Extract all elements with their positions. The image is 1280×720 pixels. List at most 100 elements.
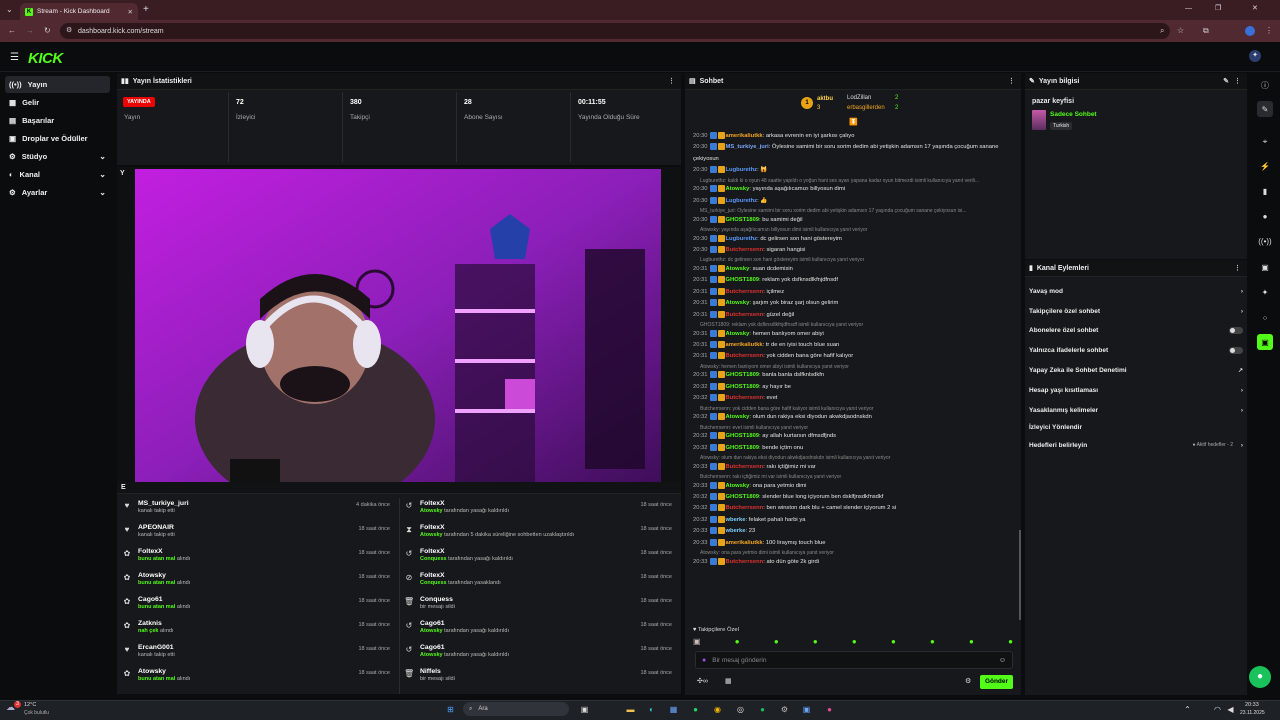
sidebar-item-basarilar[interactable]: ▤ Başarılar: [5, 112, 110, 129]
chat-message[interactable]: 20:33 wberke: 23: [693, 527, 1015, 535]
chat-message[interactable]: 20:31 GHOST1809: banla banla dslfknlsdkfn: [693, 371, 1015, 379]
chat-username[interactable]: Atowsky: [726, 483, 750, 489]
chat-username[interactable]: Atowsky: [726, 186, 750, 192]
chat-username[interactable]: Butcherrsenn: [726, 289, 764, 295]
chat-message[interactable]: 20:30 GHOST1809: bu samimi değil: [693, 215, 1015, 224]
channel-action-item[interactable]: Hedefleri belirleyin ● Aktif hedefler - 2…: [1029, 436, 1247, 455]
spotify-icon[interactable]: ●: [757, 704, 768, 715]
channel-action-item[interactable]: Abonelere özel sohbet: [1029, 321, 1247, 340]
chat-username[interactable]: Butcherrsenn: [726, 395, 764, 401]
activity-item[interactable]: ⧗ FoltexX Atowsky tarafından 5 dakika süre…: [404, 524, 678, 548]
chat-username[interactable]: wberke: [726, 528, 746, 534]
toggle-switch[interactable]: [1229, 327, 1243, 334]
activity-item[interactable]: ✿ Atowsky bunu atan mal alındı 18 saat önce: [122, 668, 396, 692]
zoom-icon[interactable]: ⌕: [1160, 26, 1164, 36]
chat-username[interactable]: GHOST1809: [726, 277, 760, 283]
channel-action-item[interactable]: Yalnızca ifadelerle sohbet: [1029, 341, 1247, 360]
chat-username[interactable]: Atowsky: [726, 300, 750, 306]
browser-tab[interactable]: K Stream - Kick Dashboard ✕: [20, 3, 138, 20]
emote-icon[interactable]: ●: [930, 637, 935, 647]
activity-username[interactable]: Cago61: [420, 620, 509, 627]
sidebar-item-kanal[interactable]: ◐ Kanal ⌄: [5, 166, 110, 183]
chat-users-icon[interactable]: ✣∞: [697, 677, 708, 685]
category-name[interactable]: Sadece Sohbet: [1050, 111, 1097, 118]
task-view-icon[interactable]: ▣: [579, 704, 590, 715]
broadcast-rail-icon[interactable]: ((•)): [1257, 233, 1273, 249]
chat-message[interactable]: 20:31 Butcherrsenn: güzel değil: [693, 310, 1015, 319]
chat-message[interactable]: 20:30 Lugburethz: dc gelirsen son hani gö…: [693, 234, 1015, 243]
forward-icon[interactable]: →: [26, 26, 34, 35]
volume-icon[interactable]: ◀: [1225, 704, 1236, 715]
activity-item[interactable]: ↺ Cago61 Atowsky tarafından yasağı kaldırı…: [404, 620, 678, 644]
chat-username[interactable]: GHOST1809: [726, 384, 760, 390]
chat-message[interactable]: 20:32 GHOST1809: bende içtim onu: [693, 443, 1015, 452]
profile-avatar-icon[interactable]: [1245, 26, 1255, 36]
chat-icon[interactable]: ●: [1257, 208, 1273, 224]
chat-message[interactable]: 20:32 GHOST1809: ay allah kurtarsın dfmsd…: [693, 432, 1015, 440]
activity-item[interactable]: ✿ FoltexX bunu atan mal alındı 18 saat önce: [122, 548, 396, 572]
activity-item[interactable]: ♥ MS_turkiye_juri kanalı takip etti 4 dakik…: [122, 500, 396, 524]
reload-icon[interactable]: ↻: [44, 26, 51, 35]
activity-item[interactable]: ↺ FoltexX Conquess tarafından yasağı kaldı…: [404, 548, 678, 572]
tray-chevron-icon[interactable]: ⌃: [1182, 704, 1193, 715]
more-options-icon[interactable]: ⋮: [1234, 264, 1241, 272]
chat-username[interactable]: amerikaliutkk: [726, 133, 763, 139]
sidebar-item-studyo[interactable]: ⚙ Stüdyo ⌄: [5, 148, 110, 165]
tab-list-chevron-icon[interactable]: ⌄: [6, 5, 13, 14]
chat-username[interactable]: GHOST1809: [726, 433, 760, 439]
tab-close-icon[interactable]: ✕: [128, 8, 133, 16]
activity-item[interactable]: ♥ ErcanG001 kanalı takip etti 18 saat önce: [122, 644, 396, 668]
chat-message[interactable]: 20:31 Atowsky: şarjım yok biraz şarj olsu…: [693, 299, 1015, 307]
hamburger-menu-icon[interactable]: ☰: [10, 52, 19, 63]
chat-message[interactable]: 20:31 GHOST1809: reklam yok dsfknsdlkfnjd…: [693, 276, 1015, 284]
window-close-icon[interactable]: ✕: [1252, 4, 1258, 12]
activity-item[interactable]: ♥ APEONAIR kanalı takip etti 18 saat önce: [122, 524, 396, 548]
wrench-rail-icon[interactable]: ✦: [1257, 284, 1273, 300]
channel-action-item[interactable]: İzleyici Yönlendir: [1029, 418, 1247, 437]
back-icon[interactable]: ←: [8, 26, 16, 35]
activity-username[interactable]: FoltexX: [420, 524, 574, 531]
activity-username[interactable]: Conquess: [420, 596, 455, 603]
edit-icon[interactable]: ✎: [1223, 77, 1229, 85]
emote-icon[interactable]: ▣: [693, 637, 701, 647]
activity-username[interactable]: FoltexX: [138, 548, 190, 555]
kick-logo[interactable]: KICK: [28, 50, 63, 67]
more-options-icon[interactable]: ⋮: [668, 77, 675, 85]
chat-message[interactable]: 20:30 Lugburethz: 🙀: [693, 166, 1015, 174]
emote-icon[interactable]: ●: [1008, 637, 1013, 647]
emote-icon[interactable]: ●: [774, 637, 779, 647]
chat-username[interactable]: amerikaliutkk: [726, 540, 763, 546]
taskbar-search[interactable]: ⌕ Ara: [463, 702, 569, 716]
support-chat-icon[interactable]: ●: [1249, 666, 1271, 688]
user-avatar[interactable]: ✦: [1249, 50, 1261, 62]
activity-username[interactable]: ErcanG001: [138, 644, 175, 651]
bookmark-star-icon[interactable]: ☆: [1177, 26, 1184, 35]
chat-store-icon[interactable]: ▦: [725, 677, 732, 685]
chat-message[interactable]: çekiyosun: [693, 155, 1015, 163]
sidebar-item-gelir[interactable]: ▦ Gelir: [5, 94, 110, 111]
windows-start-icon[interactable]: ⊞: [445, 704, 456, 715]
toggle-switch[interactable]: [1229, 347, 1243, 354]
activity-username[interactable]: FoltexX: [420, 548, 513, 555]
chat-message[interactable]: 20:33 Butcherrsenn: rakı içtiğimiz mi var: [693, 462, 1015, 471]
chat-settings-icon[interactable]: ⚙: [965, 677, 971, 685]
chat-message[interactable]: 20:33 Butcherrsenn: ato dün göte 2k girdi: [693, 557, 1015, 566]
activity-username[interactable]: Niffels: [420, 668, 455, 675]
site-info-icon[interactable]: ⚙: [66, 26, 72, 34]
stream-preview-video[interactable]: [135, 169, 661, 496]
chat-message[interactable]: 20:31 Atowsky: suan dcdemisin: [693, 265, 1015, 273]
chat-username[interactable]: Lugburethz: [726, 167, 758, 173]
more-options-icon[interactable]: ⋮: [1234, 77, 1241, 85]
chat-message[interactable]: 20:31 Atowsky: hemen banlıyom omer abiyi: [693, 329, 1015, 338]
activity-item[interactable]: ⊘ FoltexX Conquess tarafından yasaklandı 18…: [404, 572, 678, 596]
activity-item[interactable]: 🗑 Niffels bir mesajı sildi 18 saat önce: [404, 668, 678, 692]
store-icon[interactable]: ▦: [668, 704, 679, 715]
chat-username[interactable]: Butcherrsenn: [726, 312, 764, 318]
settings-app-icon[interactable]: ⚙: [779, 704, 790, 715]
chat-username[interactable]: GHOST1809: [726, 445, 760, 451]
app-icon-2[interactable]: ●: [824, 704, 835, 715]
chat-message[interactable]: 20:32 wberke: felaket pahalı harbi ya: [693, 515, 1015, 524]
chat-username[interactable]: Atowsky: [726, 331, 750, 337]
pencil-icon[interactable]: ✎: [1257, 101, 1273, 117]
emote-icon[interactable]: ●: [852, 637, 857, 647]
